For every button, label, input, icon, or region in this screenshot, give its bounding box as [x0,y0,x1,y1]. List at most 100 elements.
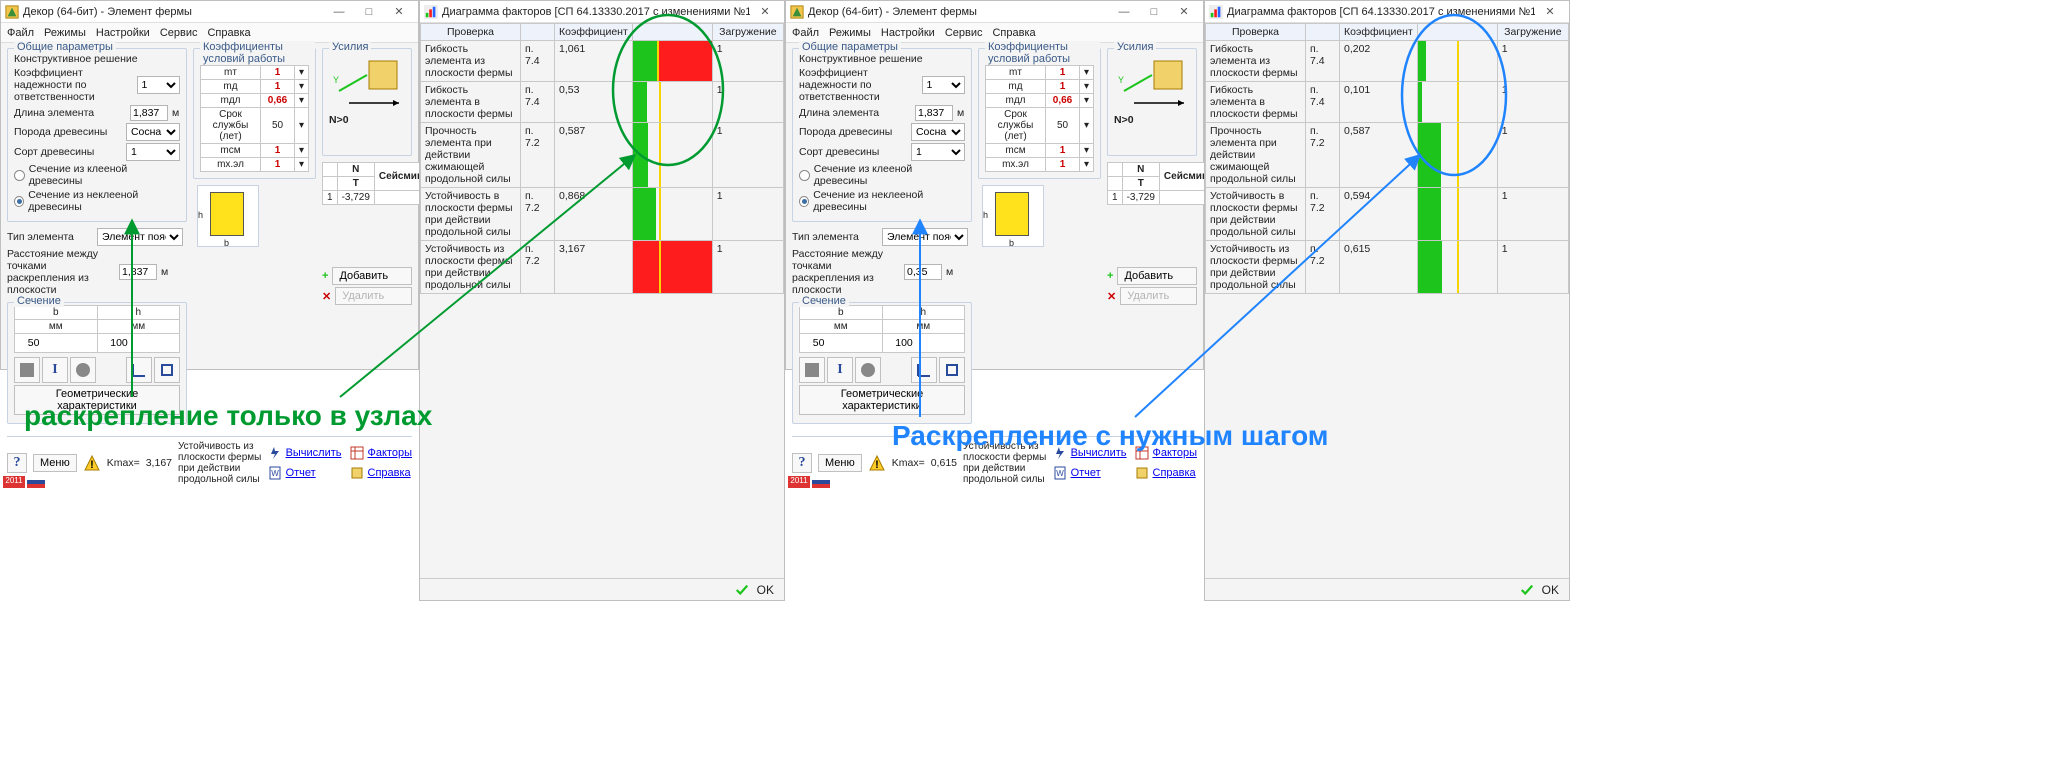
maximize-button[interactable]: □ [1139,3,1169,21]
radio-glued[interactable] [799,170,810,181]
group-section: Сечение [14,295,64,307]
k1: 1,061 [555,41,633,82]
ok-button[interactable]: OK [757,583,774,597]
minimize-button[interactable]: — [324,3,354,21]
elem-type-select[interactable]: Элемент пояса [882,228,968,246]
delete-button[interactable]: Удалить [1120,287,1197,305]
menu-file[interactable]: Файл [792,27,819,39]
section-circle-icon[interactable] [70,357,96,383]
ref-link[interactable]: Справка [368,467,411,479]
svg-text:!: ! [875,459,879,471]
menu-file[interactable]: Файл [7,27,34,39]
warning-icon: ! [868,454,886,472]
radio-nonglued[interactable] [799,196,809,207]
group-coef: Коэффициенты условий работы [985,41,1100,65]
col-load: Загружение [1497,24,1568,41]
close-button[interactable]: ✕ [750,3,780,21]
section-i-icon[interactable]: I [42,357,68,383]
maximize-button[interactable]: □ [354,3,384,21]
grade-select[interactable]: 1 [126,143,180,161]
b-input[interactable] [26,335,86,351]
forces-diagram: Y [1114,51,1192,111]
section-tool1-icon[interactable] [126,357,152,383]
menu-help[interactable]: Справка [992,27,1035,39]
k3: 0,587 [555,123,633,188]
minimize-button[interactable]: — [1109,3,1139,21]
lbl-elem-type: Тип элемента [7,231,93,243]
n-gt-0: N>0 [1114,114,1190,126]
menu-settings[interactable]: Настройки [96,27,150,39]
geom-button[interactable]: Геометрические характеристики [799,385,965,415]
add-button[interactable]: Добавить [332,267,412,285]
bolt-icon [268,446,282,460]
section-tool2-icon[interactable] [154,357,180,383]
section-i-icon[interactable]: I [827,357,853,383]
close-button[interactable]: ✕ [1169,3,1199,21]
k4: 0,868 [555,188,633,241]
menu-service[interactable]: Сервис [160,27,198,39]
radio-glued[interactable] [14,170,25,181]
close-button[interactable]: ✕ [1535,3,1565,21]
length-input[interactable] [915,105,953,121]
reliability-select[interactable]: 1 [137,76,180,94]
section-circle-icon[interactable] [855,357,881,383]
calc-link[interactable]: Вычислить [286,447,342,459]
app-icon [424,5,438,19]
lbl-bracing: Расстояние между точками раскрепления из… [792,248,900,296]
k2: 0,101 [1340,82,1418,123]
report-link[interactable]: Отчет [286,467,316,479]
app-icon [790,5,804,19]
app-icon [5,5,19,19]
group-section: Сечение [799,295,849,307]
menu-settings[interactable]: Настройки [881,27,935,39]
help-icon[interactable]: ? [792,453,812,473]
species-select[interactable]: Сосна [911,123,965,141]
reliability-select[interactable]: 1 [922,76,965,94]
book-icon [350,466,364,480]
menu-modes[interactable]: Режимы [44,27,86,39]
annotation-left: раскрепление только в узлах [24,400,432,432]
lbl-elem-type: Тип элемента [792,231,878,243]
help-icon[interactable]: ? [7,453,27,473]
menu-modes[interactable]: Режимы [829,27,871,39]
app-icon [1209,5,1223,19]
book-icon [1135,466,1149,480]
bracing-input[interactable] [904,264,942,280]
group-forces: Усилия [1114,41,1156,53]
menu-button[interactable]: Меню [33,454,77,472]
length-input[interactable] [130,105,168,121]
factors-link[interactable]: Факторы [368,447,412,459]
ok-button[interactable]: OK [1542,583,1559,597]
section-rect-icon[interactable] [799,357,825,383]
b-input[interactable] [811,335,871,351]
kmax-label: Kmax= [107,457,140,469]
h-input[interactable] [108,335,168,351]
section-tool1-icon[interactable] [911,357,937,383]
report-link[interactable]: Отчет [1071,467,1101,479]
k4: 0,594 [1340,188,1418,241]
forces-table: NСейсмика T 1-3,729 [1107,162,1218,205]
species-select[interactable]: Сосна [126,123,180,141]
menu-service[interactable]: Сервис [945,27,983,39]
col-load: Загружение [712,24,783,41]
window-title: Декор (64-бит) - Элемент фермы [808,6,1109,18]
elem-type-select[interactable]: Элемент пояса [97,228,183,246]
bracing-input[interactable] [119,264,157,280]
close-button[interactable]: ✕ [384,3,414,21]
menu-help[interactable]: Справка [207,27,250,39]
delete-button[interactable]: Удалить [335,287,412,305]
check-icon [735,583,749,597]
warning-icon: ! [83,454,101,472]
lbl-constructive: Конструктивное решение [14,53,138,65]
section-tool2-icon[interactable] [939,357,965,383]
add-button[interactable]: Добавить [1117,267,1197,285]
ref-link[interactable]: Справка [1153,467,1196,479]
lbl-bracing: Расстояние между точками раскрепления из… [7,248,115,296]
h-input[interactable] [893,335,953,351]
menu-button[interactable]: Меню [818,454,862,472]
lbl-species: Порода древесины [14,126,122,138]
radio-nonglued[interactable] [14,196,24,207]
lbl-grade: Сорт древесины [799,146,907,158]
grade-select[interactable]: 1 [911,143,965,161]
section-rect-icon[interactable] [14,357,40,383]
